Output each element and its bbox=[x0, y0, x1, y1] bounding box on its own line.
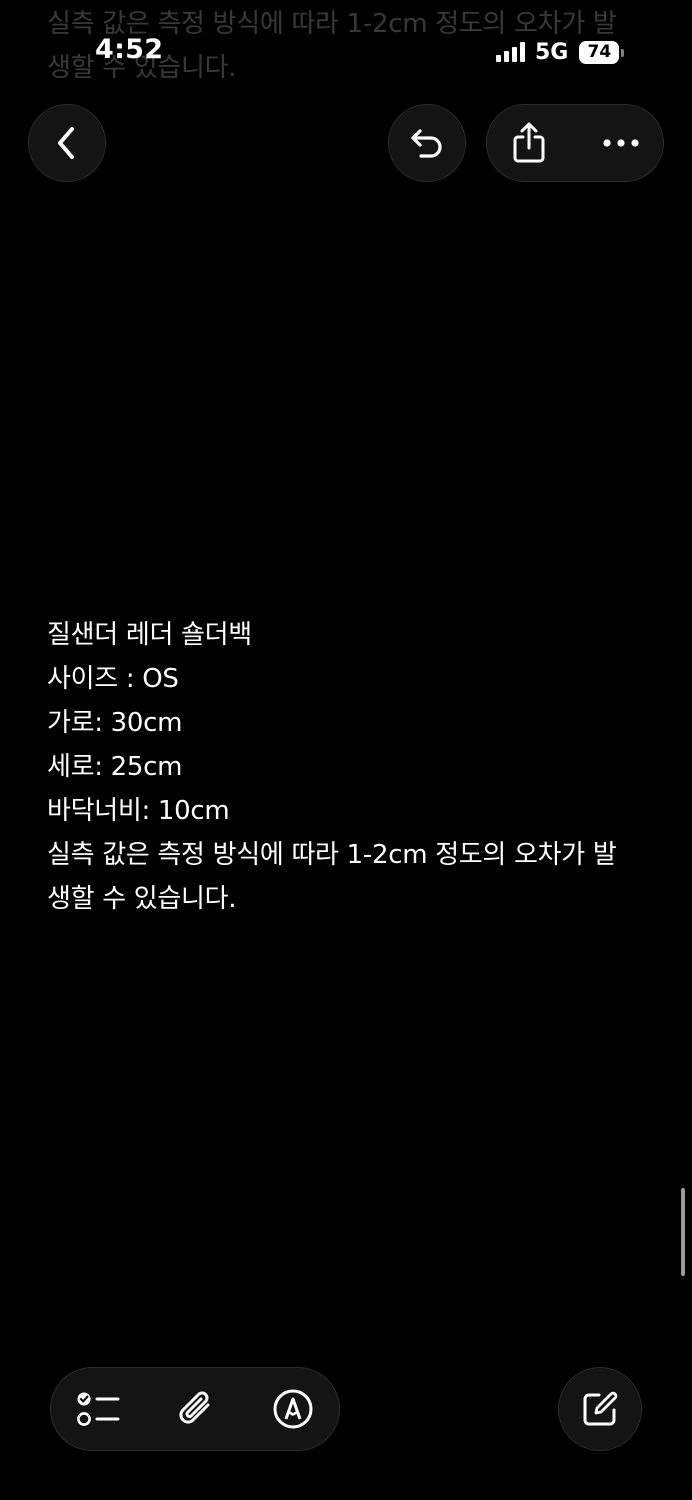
back-button[interactable] bbox=[28, 104, 106, 182]
paperclip-icon bbox=[179, 1391, 210, 1424]
note-line: 사이즈 : OS bbox=[47, 664, 179, 694]
ellipsis-icon bbox=[603, 139, 639, 147]
note-title: 질샌더 레더 숄더백 bbox=[47, 620, 252, 650]
status-indicators: 5G 74 bbox=[496, 38, 625, 66]
bottom-toolbar bbox=[50, 1367, 340, 1451]
more-button[interactable] bbox=[601, 123, 641, 163]
note-line: 실측 값은 측정 방식에 따라 1-2cm 정도의 오차가 발 bbox=[47, 840, 617, 870]
undo-button[interactable] bbox=[388, 104, 466, 182]
note-line: 생할 수 있습니다. bbox=[47, 884, 237, 914]
cellular-signal-icon bbox=[496, 42, 525, 62]
status-time: 4:52 bbox=[95, 34, 164, 65]
markup-pen-icon bbox=[273, 1389, 313, 1429]
note-line: 가로: 30cm bbox=[47, 708, 183, 738]
note-line: 세로: 25cm bbox=[47, 752, 183, 782]
markup-button[interactable] bbox=[269, 1385, 317, 1433]
note-body[interactable]: 질샌더 레더 숄더백 사이즈 : OS 가로: 30cm 세로: 25cm 바닥… bbox=[47, 613, 647, 921]
battery-icon: 74 bbox=[579, 40, 625, 64]
share-icon bbox=[513, 122, 545, 163]
chevron-left-icon bbox=[58, 127, 74, 159]
compose-icon bbox=[583, 1391, 618, 1426]
attachment-button[interactable] bbox=[172, 1385, 220, 1433]
checklist-button[interactable] bbox=[75, 1385, 123, 1433]
share-button[interactable] bbox=[509, 122, 549, 163]
undo-icon bbox=[411, 129, 442, 158]
checklist-icon bbox=[77, 1392, 120, 1426]
compose-button[interactable] bbox=[558, 1367, 642, 1451]
network-type: 5G bbox=[535, 39, 569, 65]
scroll-indicator[interactable] bbox=[681, 1188, 685, 1276]
note-line: 바닥너비: 10cm bbox=[47, 796, 230, 826]
battery-level: 74 bbox=[587, 42, 612, 62]
note-actions-group bbox=[486, 104, 664, 182]
